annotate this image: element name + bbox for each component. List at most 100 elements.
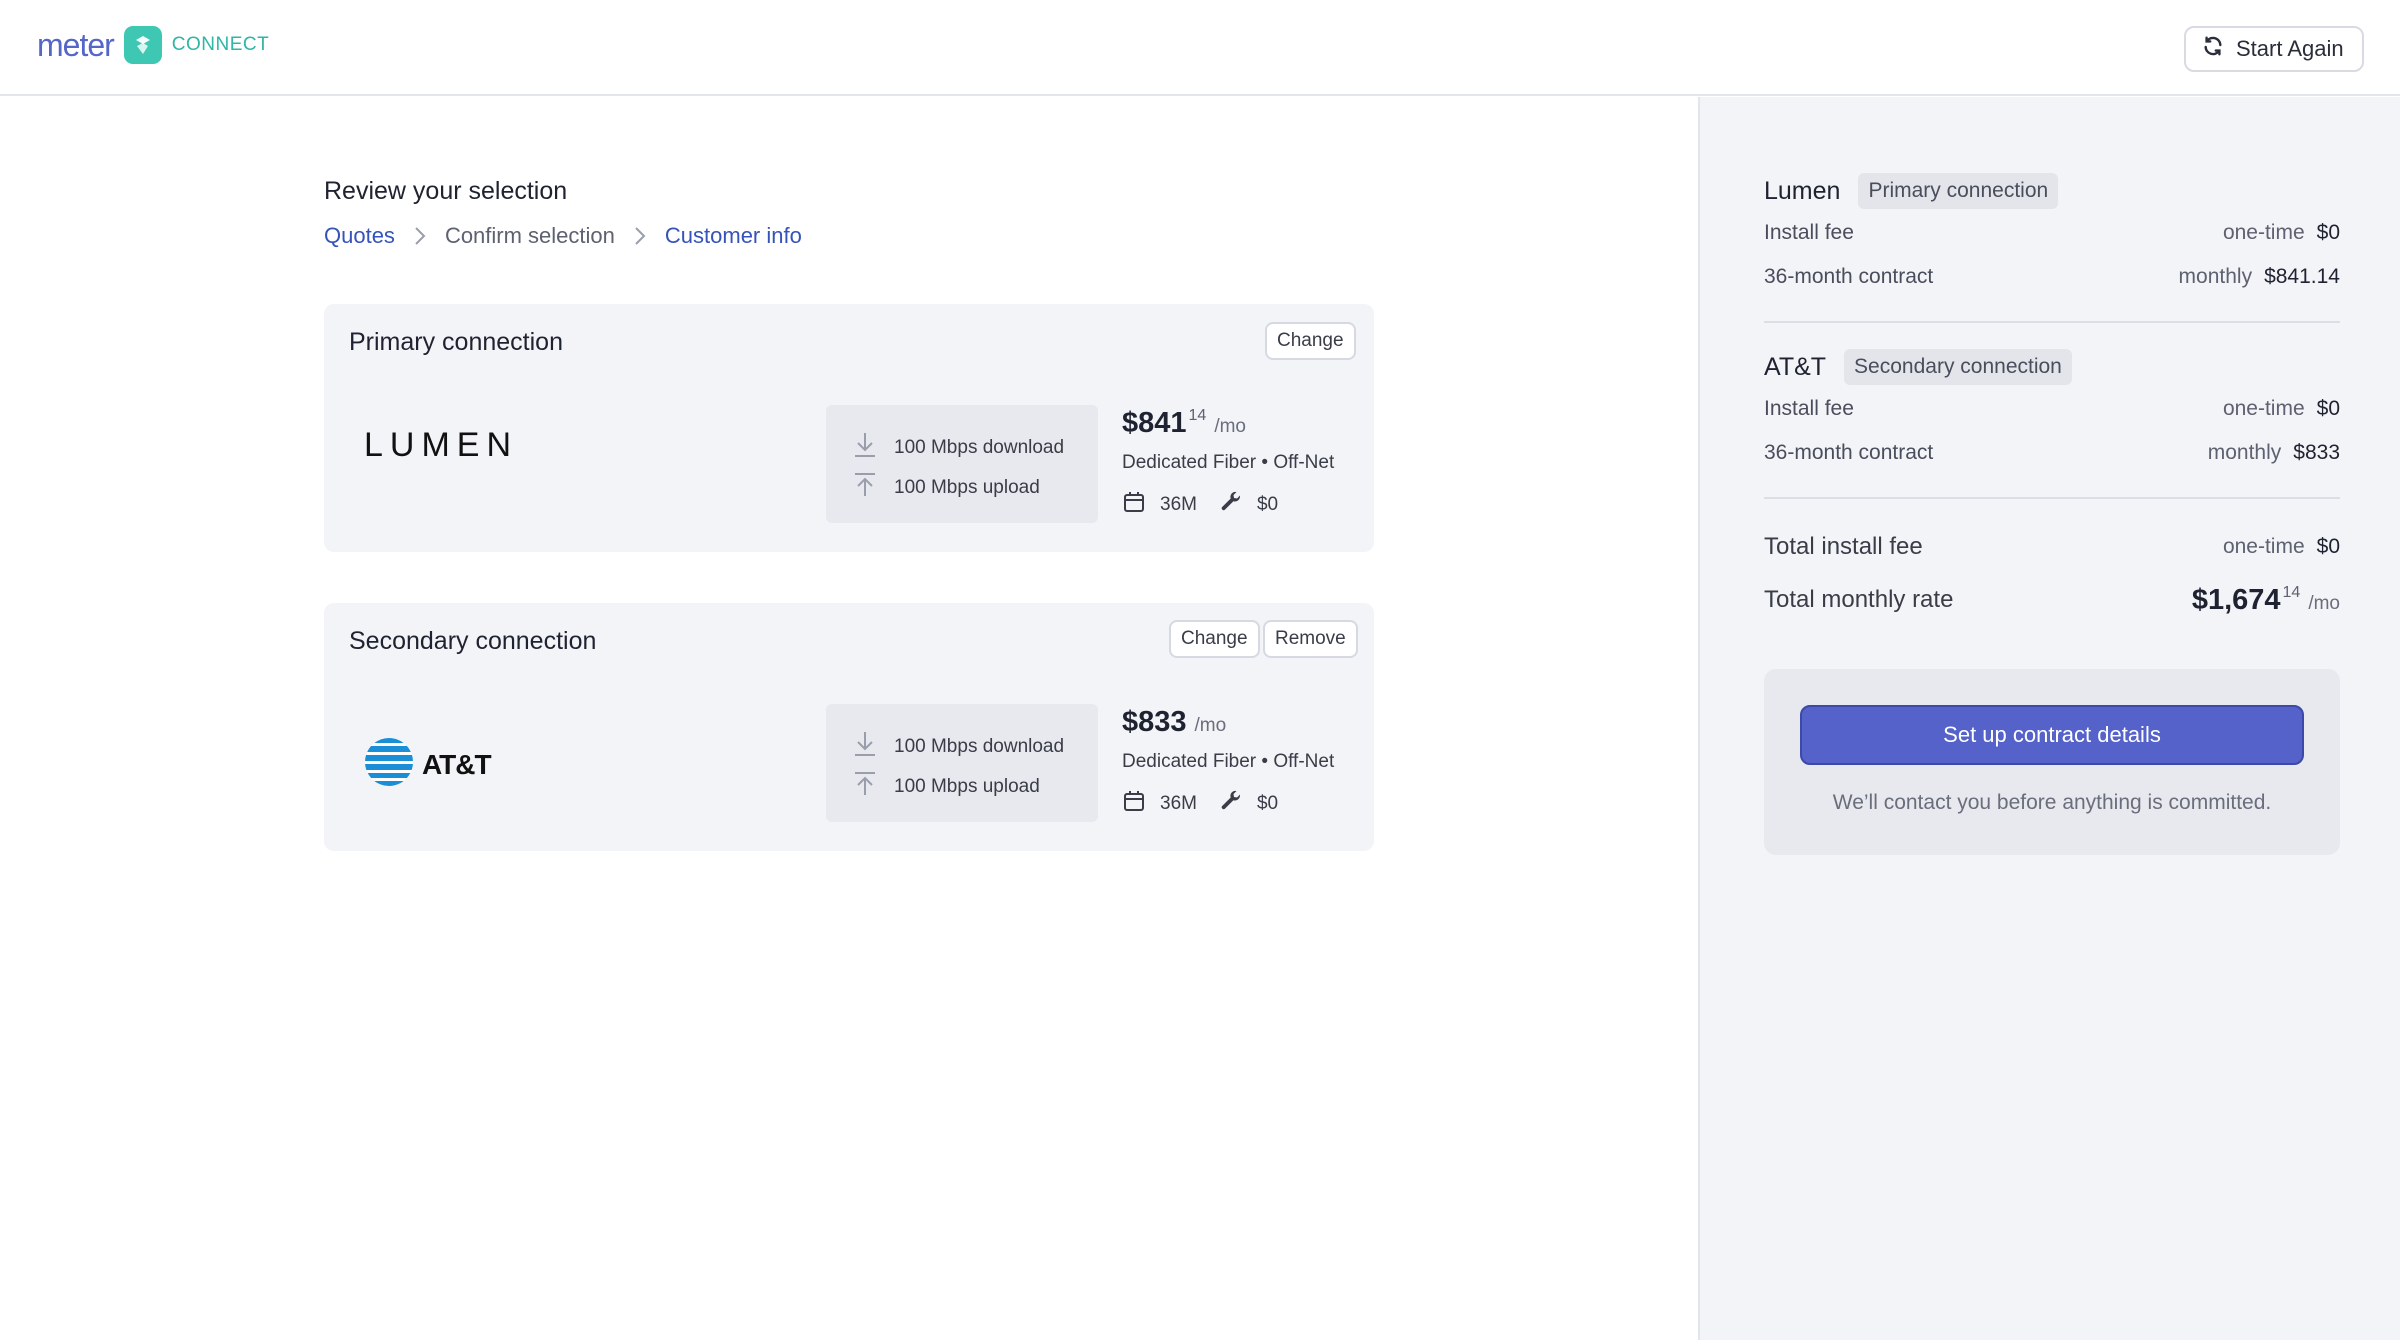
download-arrow-icon [852, 730, 878, 764]
primary-connection-card: Primary connection Change LUMEN 100 Mbps… [324, 304, 1374, 552]
download-speed: 100 Mbps download [852, 730, 1064, 764]
total-install-row: Total install fee one-time $0 [1764, 525, 2340, 569]
contract-meta: 36M $0 [1122, 789, 1334, 819]
install-item: $0 [1219, 789, 1278, 819]
brand-product-name: CONNECT [171, 34, 270, 55]
monthly-price: $841 14 /mo [1122, 407, 1334, 440]
upload-speed: 100 Mbps upload [852, 770, 1040, 804]
price-unit: /mo [1194, 715, 1227, 736]
install-value: $0 [1256, 494, 1279, 515]
chevron-right-icon [413, 225, 427, 247]
breadcrumb-quotes[interactable]: Quotes [324, 223, 395, 249]
row-qualifier: monthly [2207, 441, 2282, 464]
upload-label: 100 Mbps upload [894, 477, 1040, 498]
total-unit: /mo [2308, 592, 2340, 614]
chevron-right-icon [633, 225, 647, 247]
total-monthly-row: Total monthly rate $1,674 14 /mo [1764, 569, 2340, 631]
price-block: $841 14 /mo Dedicated Fiber • Off-Net 36… [1122, 407, 1334, 520]
att-globe-icon [364, 737, 414, 792]
change-secondary-button[interactable]: Change [1169, 620, 1260, 658]
breadcrumb-confirm-selection: Confirm selection [444, 223, 615, 248]
total-install-qualifier: one-time [2222, 535, 2305, 558]
term-item: 36M [1122, 789, 1197, 819]
total-install-label: Total install fee [1764, 533, 1923, 560]
contract-row: 36-month contract monthly $841.14 [1764, 255, 2340, 299]
contract-meta: 36M $0 [1122, 490, 1334, 520]
install-fee-row: Install fee one-time $0 [1764, 211, 2340, 255]
price-cents: 14 [1188, 407, 1207, 424]
download-label: 100 Mbps download [894, 437, 1065, 458]
wrench-icon [1219, 789, 1243, 819]
price-unit: /mo [1214, 416, 1246, 437]
divider [1764, 321, 2340, 323]
total-monthly-label: Total monthly rate [1764, 586, 1954, 613]
download-speed: 100 Mbps download [852, 431, 1064, 465]
upload-arrow-icon [852, 770, 878, 804]
install-value: $0 [1256, 793, 1279, 814]
card-title: Secondary connection [349, 627, 597, 655]
top-header: meter CONNECT Start Again [0, 0, 2400, 96]
row-value: $841.14 [2264, 265, 2340, 288]
summary-provider: AT&T [1764, 352, 1827, 381]
service-type: Dedicated Fiber • Off-Net [1122, 452, 1335, 473]
total-install-value: $0 [2316, 535, 2340, 558]
att-logo: AT&T [364, 737, 492, 792]
row-qualifier: one-time [2222, 397, 2305, 420]
total-cents: 14 [2282, 583, 2301, 601]
connection-tag: Primary connection [1858, 173, 2059, 209]
summary-header: Lumen Primary connection [1764, 171, 2340, 211]
price-whole: $833 [1122, 706, 1187, 738]
summary-header: AT&T Secondary connection [1764, 347, 2340, 387]
term-value: 36M [1160, 494, 1197, 515]
upload-speed: 100 Mbps upload [852, 471, 1040, 505]
summary-group-secondary: AT&T Secondary connection Install fee on… [1764, 347, 2340, 475]
provider-name: LUMEN [364, 426, 519, 464]
row-label: Install fee [1764, 397, 1854, 420]
row-label: 36-month contract [1764, 441, 1934, 464]
row-qualifier: monthly [2178, 265, 2253, 288]
price-block: $833 /mo Dedicated Fiber • Off-Net 36M $… [1122, 706, 1334, 819]
connection-tag: Secondary connection [1844, 349, 2072, 385]
breadcrumb: Quotes Confirm selection Customer info [324, 223, 802, 249]
brand-logo[interactable]: meter CONNECT [37, 26, 269, 64]
service-type: Dedicated Fiber • Off-Net [1122, 751, 1335, 772]
provider-name: AT&T [422, 748, 492, 780]
calendar-icon [1122, 490, 1146, 520]
total-whole: $1,674 [2191, 583, 2281, 616]
set-up-contract-button[interactable]: Set up contract details [1800, 705, 2304, 765]
connect-badge-icon [123, 26, 162, 64]
row-value: $0 [2316, 397, 2340, 420]
cta-note: We’ll contact you before anything is com… [1832, 791, 2272, 814]
calendar-icon [1122, 789, 1146, 819]
total-monthly-price: $1,674 14 /mo [2192, 584, 2340, 617]
summary-totals: Total install fee one-time $0 Total month… [1764, 525, 2340, 631]
row-label: 36-month contract [1764, 265, 1934, 288]
row-label: Install fee [1764, 221, 1854, 244]
cta-panel: Set up contract details We’ll contact yo… [1764, 669, 2340, 855]
contract-row: 36-month contract monthly $833 [1764, 431, 2340, 475]
secondary-connection-card: Secondary connection Change Remove AT&T … [324, 603, 1374, 851]
lumen-logo: LUMEN [364, 426, 518, 465]
download-arrow-icon [852, 431, 878, 465]
change-primary-button[interactable]: Change [1265, 322, 1356, 360]
summary-provider: Lumen [1764, 176, 1841, 205]
start-again-button[interactable]: Start Again [2184, 26, 2364, 72]
order-summary-sidebar: Lumen Primary connection Install fee one… [1698, 97, 2400, 1340]
term-item: 36M [1122, 490, 1197, 520]
refresh-icon [2202, 35, 2224, 63]
remove-secondary-button[interactable]: Remove [1263, 620, 1358, 658]
row-qualifier: one-time [2222, 221, 2305, 244]
page-title: Review your selection [324, 177, 568, 205]
breadcrumb-customer-info[interactable]: Customer info [665, 223, 802, 249]
speed-info: 100 Mbps download 100 Mbps upload [826, 704, 1098, 822]
speed-info: 100 Mbps download 100 Mbps upload [826, 405, 1098, 523]
price-whole: $841 [1122, 407, 1187, 439]
upload-label: 100 Mbps upload [894, 776, 1040, 797]
term-value: 36M [1160, 793, 1197, 814]
row-value: $0 [2316, 221, 2340, 244]
brand-wordmark: meter [37, 26, 115, 63]
row-value: $833 [2293, 441, 2340, 464]
main-content: Review your selection Quotes Confirm sel… [0, 97, 1698, 1340]
upload-arrow-icon [852, 471, 878, 505]
monthly-price: $833 /mo [1122, 706, 1334, 739]
